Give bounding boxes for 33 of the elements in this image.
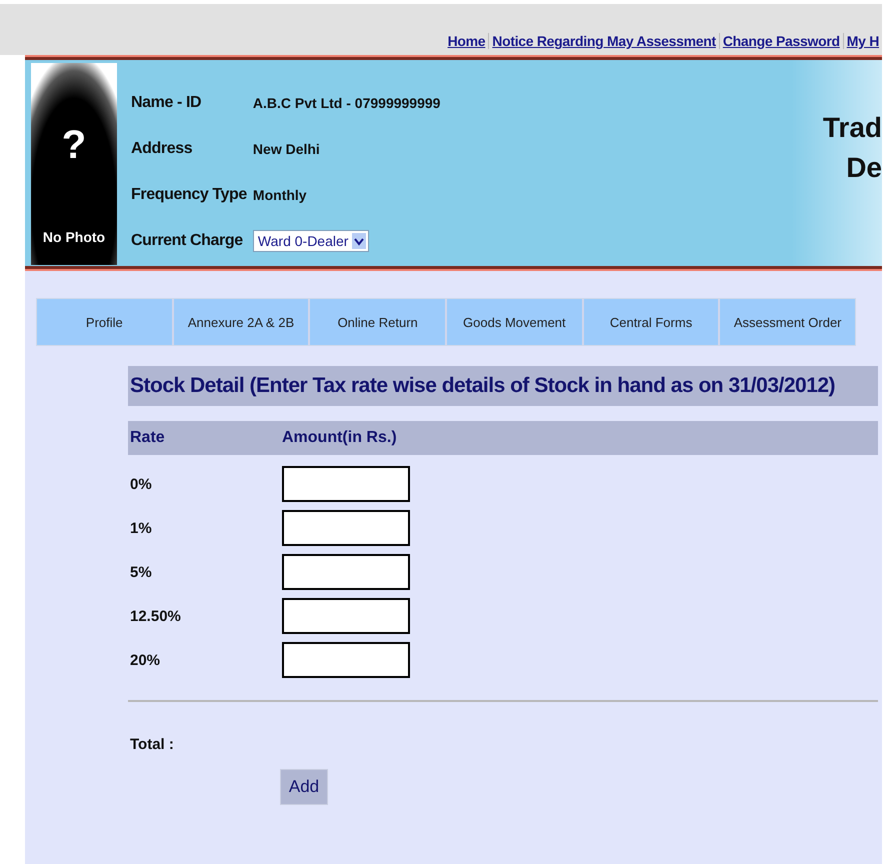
menu-tab[interactable]: Central Forms <box>584 299 720 345</box>
field-value: A.B.C Pvt Ltd - 07999999999 <box>252 94 440 113</box>
menu-tab[interactable]: Annexure 2A & 2B <box>174 299 310 345</box>
field-label: Frequency Type <box>131 185 247 205</box>
question-mark: ? <box>62 123 86 168</box>
page-title: Trad <box>822 111 882 145</box>
nav-link[interactable]: Home <box>444 33 488 49</box>
amount-field[interactable] <box>282 554 410 590</box>
field-label: Address <box>131 139 194 159</box>
rate-label: 5% <box>129 564 153 580</box>
amount-field[interactable] <box>282 642 410 678</box>
column-header: Rate <box>129 429 166 447</box>
nav-link[interactable]: Notice Regarding May Assessment <box>488 33 719 49</box>
rate-label: 12.50% <box>129 608 182 624</box>
nav-link[interactable]: Change Password <box>718 33 843 49</box>
rate-label: 0% <box>129 476 153 492</box>
rate-label: 1% <box>129 520 153 536</box>
photo-caption: No Photo <box>42 229 106 245</box>
nav-link[interactable]: My H <box>842 33 882 49</box>
amount-field[interactable] <box>282 466 410 502</box>
field-value: New Delhi <box>252 140 321 159</box>
total-label: Total : <box>129 735 175 753</box>
add-button[interactable]: Add <box>280 769 328 805</box>
field-value: Monthly <box>252 186 308 205</box>
field-label: Current Charge <box>131 231 244 251</box>
page-title: De <box>846 151 882 185</box>
charge-dropdown[interactable]: Ward 0-Dealer <box>252 230 370 252</box>
rate-label: 20% <box>129 652 162 668</box>
amount-field[interactable] <box>282 510 410 546</box>
field-label: Name - ID <box>131 93 202 113</box>
section-title: Stock Detail (Enter Tax rate wise details of Stock in hand as on 31/03/2012) <box>128 366 878 406</box>
amount-field[interactable] <box>282 598 410 634</box>
column-header: Amount(in Rs.) <box>282 429 397 447</box>
